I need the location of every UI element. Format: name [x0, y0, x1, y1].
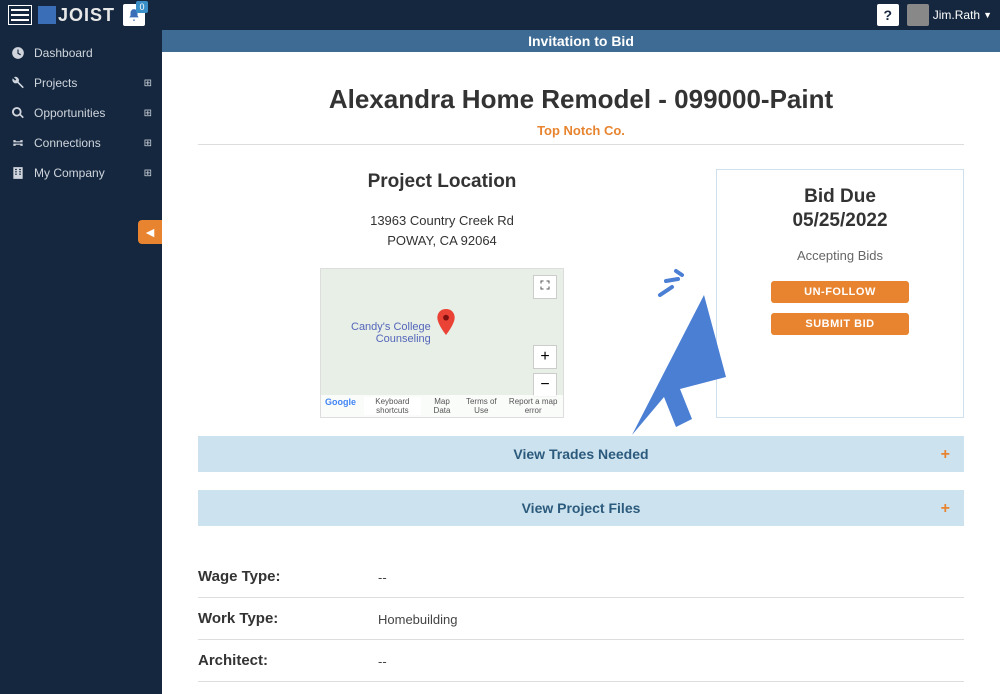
bid-panel: Bid Due 05/25/2022 Accepting Bids UN-FOL…: [716, 169, 964, 418]
expand-icon: ⊞: [144, 78, 152, 89]
location-address: 13963 Country Creek Rd POWAY, CA 92064: [198, 211, 686, 250]
sidebar-item-label: Dashboard: [34, 46, 93, 60]
wrench-icon: [10, 75, 26, 91]
map-fullscreen-button[interactable]: [533, 275, 557, 299]
location-map[interactable]: Candy's College Counseling + − Google: [320, 268, 564, 418]
user-menu[interactable]: Jim.Rath ▼: [907, 4, 992, 26]
caret-down-icon: ▼: [983, 10, 992, 20]
help-button[interactable]: ?: [877, 4, 899, 26]
user-name: Jim.Rath: [933, 8, 980, 22]
map-report-link[interactable]: Report a map error: [507, 397, 559, 415]
detail-value: --: [378, 568, 387, 585]
map-poi-label: Candy's College Counseling: [351, 321, 431, 345]
notifications-button[interactable]: 0: [123, 4, 145, 26]
page-title-bar: Invitation to Bid: [162, 30, 1000, 52]
plus-icon: +: [941, 500, 950, 518]
sidebar-item-connections[interactable]: Connections ⊞: [0, 128, 162, 158]
bid-due-date: 05/25/2022: [729, 210, 951, 232]
top-bar: JOIST 0 ? Jim.Rath ▼: [0, 0, 1000, 30]
notification-badge: 0: [136, 1, 148, 13]
sidebar: Dashboard Projects ⊞ Opportunities ⊞ Con…: [0, 30, 162, 694]
sidebar-item-mycompany[interactable]: My Company ⊞: [0, 158, 162, 188]
sidebar-item-projects[interactable]: Projects ⊞: [0, 68, 162, 98]
unfollow-button[interactable]: UN-FOLLOW: [771, 281, 909, 303]
detail-row: Wage Type: --: [198, 556, 964, 598]
location-panel: Project Location 13963 Country Creek Rd …: [198, 169, 686, 418]
sidebar-item-label: Opportunities: [34, 106, 105, 120]
connections-icon: [10, 135, 26, 151]
logo-mark-icon: [38, 6, 56, 24]
info-columns: Project Location 13963 Country Creek Rd …: [198, 169, 964, 418]
building-icon: [10, 165, 26, 181]
bid-status: Accepting Bids: [729, 248, 951, 263]
expand-icon: ⊞: [144, 108, 152, 119]
map-keyboard[interactable]: Keyboard shortcuts: [364, 397, 421, 415]
map-pin-icon: [437, 309, 455, 340]
fullscreen-icon: [539, 279, 551, 291]
map-data-link[interactable]: Map Data: [429, 397, 456, 415]
map-zoom-out-button[interactable]: −: [533, 373, 557, 397]
search-icon: [10, 105, 26, 121]
main-content: Invitation to Bid Alexandra Home Remodel…: [162, 30, 1000, 694]
trades-accordion[interactable]: View Trades Needed +: [198, 436, 964, 472]
sidebar-item-label: My Company: [34, 166, 105, 180]
address-line2: POWAY, CA 92064: [198, 231, 686, 251]
detail-value: Homebuilding: [378, 610, 458, 627]
detail-row: Architect: --: [198, 640, 964, 682]
project-title: Alexandra Home Remodel - 099000-Paint: [198, 84, 964, 115]
accordion-label: View Trades Needed: [513, 446, 648, 462]
bid-due-label: Bid Due: [729, 186, 951, 208]
menu-toggle[interactable]: [8, 5, 32, 25]
map-zoom-controls: + −: [533, 341, 557, 397]
sidebar-item-label: Projects: [34, 76, 77, 90]
detail-label: Work Type:: [198, 610, 378, 627]
detail-label: Architect:: [198, 652, 378, 669]
map-terms-link[interactable]: Terms of Use: [463, 397, 499, 415]
files-accordion[interactable]: View Project Files +: [198, 490, 964, 526]
project-details: Wage Type: -- Work Type: Homebuilding Ar…: [198, 556, 964, 682]
detail-row: Work Type: Homebuilding: [198, 598, 964, 640]
detail-label: Wage Type:: [198, 568, 378, 585]
sidebar-item-label: Connections: [34, 136, 101, 150]
accordion-label: View Project Files: [522, 500, 641, 516]
map-zoom-in-button[interactable]: +: [533, 345, 557, 369]
logo-text: JOIST: [58, 5, 115, 26]
avatar: [907, 4, 929, 26]
address-line1: 13963 Country Creek Rd: [198, 211, 686, 231]
submit-bid-button[interactable]: SUBMIT BID: [771, 313, 909, 335]
plus-icon: +: [941, 446, 950, 464]
expand-icon: ⊞: [144, 168, 152, 179]
detail-value: --: [378, 652, 387, 669]
dashboard-icon: [10, 45, 26, 61]
sidebar-item-opportunities[interactable]: Opportunities ⊞: [0, 98, 162, 128]
map-attribution: Google Keyboard shortcuts Map Data Terms…: [321, 395, 563, 417]
sidebar-item-dashboard[interactable]: Dashboard: [0, 38, 162, 68]
map-google-logo: Google: [325, 397, 356, 415]
company-name: Top Notch Co.: [198, 123, 964, 145]
arrow-left-icon: ◄: [143, 224, 157, 240]
expand-icon: ⊞: [144, 138, 152, 149]
logo[interactable]: JOIST: [38, 5, 115, 26]
location-heading: Project Location: [198, 171, 686, 193]
collapse-sidebar-button[interactable]: ◄: [138, 220, 162, 244]
